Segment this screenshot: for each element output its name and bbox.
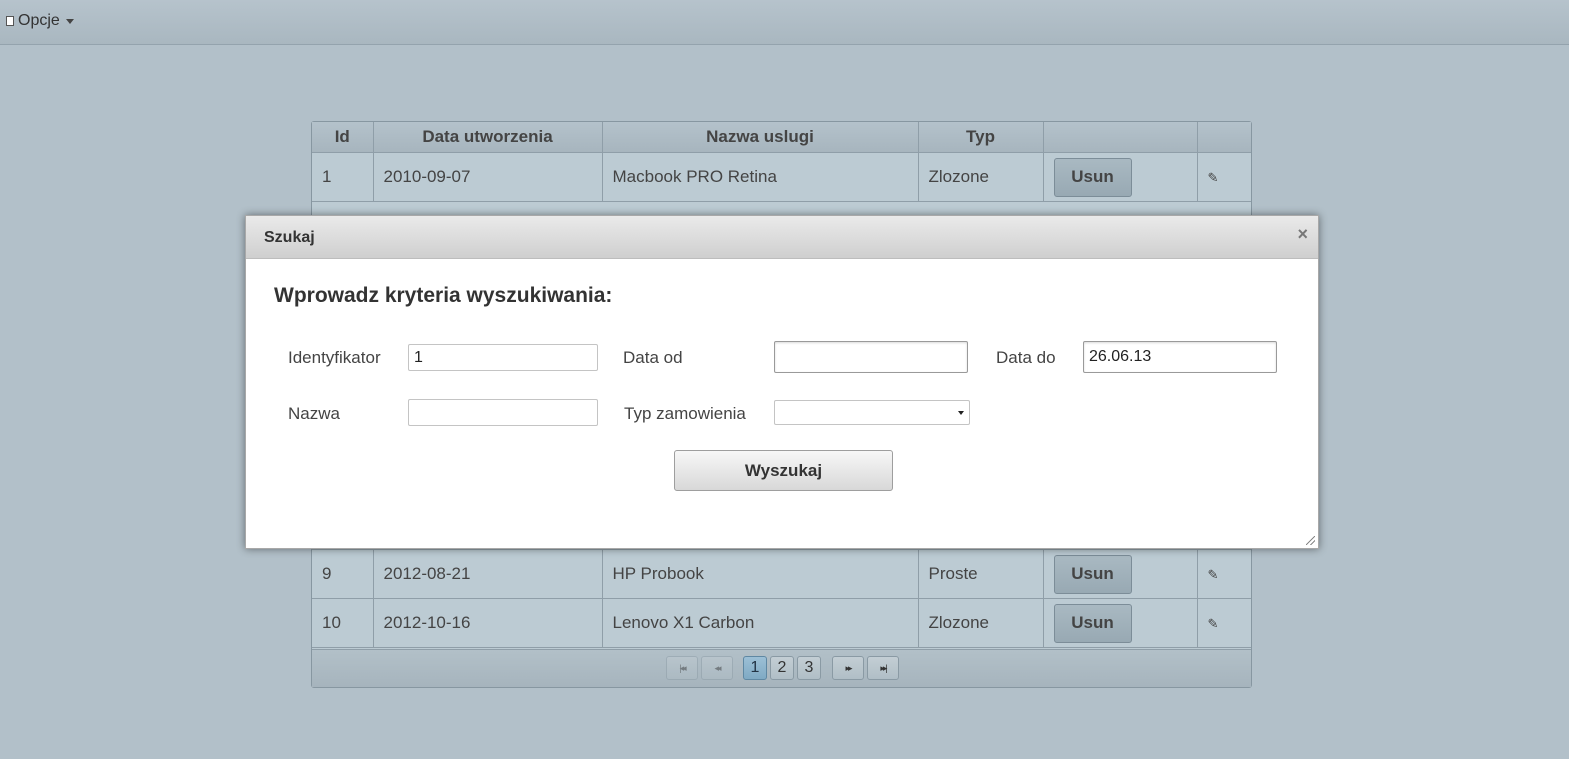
first-page-button[interactable]: |◂◂ <box>666 656 698 680</box>
name-input[interactable] <box>408 399 598 426</box>
page-2-button[interactable]: 2 <box>770 656 794 680</box>
dialog-heading: Wprowadz kryteria wyszukiwania: <box>274 284 613 307</box>
cell-name: HP Probook <box>602 549 919 599</box>
column-header-name[interactable]: Nazwa uslugi <box>602 122 919 153</box>
cell-name: Lenovo X1 Carbon <box>602 598 919 648</box>
cell-name: Macbook PRO Retina <box>602 152 919 202</box>
cell-action: Usun <box>1043 598 1198 648</box>
pencil-icon[interactable]: ✎ <box>1208 616 1219 631</box>
dialog-header[interactable]: Szukaj × <box>246 216 1318 259</box>
date-to-input[interactable] <box>1083 341 1277 373</box>
order-type-select[interactable] <box>774 400 970 425</box>
pencil-icon[interactable]: ✎ <box>1208 567 1219 582</box>
cell-edit: ✎ <box>1197 549 1251 599</box>
options-menu[interactable]: Opcje <box>6 12 74 30</box>
column-header-type[interactable]: Typ <box>918 122 1044 153</box>
column-header-id[interactable]: Id <box>312 122 374 153</box>
next-page-button[interactable]: ▸▸ <box>832 656 864 680</box>
cell-type: Proste <box>918 549 1044 599</box>
last-page-button[interactable]: ▸▸| <box>867 656 899 680</box>
dropdown-arrow-icon <box>958 411 964 415</box>
cell-type: Zlozone <box>918 152 1044 202</box>
cell-action: Usun <box>1043 549 1198 599</box>
column-header-edit <box>1197 122 1251 153</box>
table-header-row: Id Data utworzenia Nazwa uslugi Typ <box>312 122 1251 153</box>
resize-handle-icon[interactable] <box>1306 536 1315 545</box>
first-page-icon: |◂◂ <box>679 662 687 673</box>
prev-page-icon: ◂◂ <box>714 662 721 673</box>
cell-date: 2010-09-07 <box>373 152 603 202</box>
delete-button[interactable]: Usun <box>1053 554 1132 594</box>
page-3-button[interactable]: 3 <box>797 656 821 680</box>
cell-id: 10 <box>312 598 374 648</box>
column-header-action <box>1043 122 1198 153</box>
search-button[interactable]: Wyszukaj <box>674 450 893 491</box>
paginator: |◂◂ ◂◂ 1 2 3 ▸▸ ▸▸| <box>312 649 1251 687</box>
cell-type: Zlozone <box>918 598 1044 648</box>
options-menu-label: Opcje <box>18 12 60 29</box>
cell-date: 2012-08-21 <box>373 549 603 599</box>
cell-id: 1 <box>312 152 374 202</box>
id-input[interactable] <box>408 344 598 371</box>
caret-down-icon <box>65 18 74 24</box>
name-label: Nazwa <box>288 404 340 423</box>
last-page-icon: ▸▸| <box>880 662 888 673</box>
pencil-icon[interactable]: ✎ <box>1208 170 1219 185</box>
order-type-label: Typ zamowienia <box>624 404 746 423</box>
prev-page-button[interactable]: ◂◂ <box>701 656 733 680</box>
table-row: 1 2010-09-07 Macbook PRO Retina Zlozone … <box>312 152 1251 202</box>
delete-button[interactable]: Usun <box>1053 603 1132 643</box>
cell-date: 2012-10-16 <box>373 598 603 648</box>
page-1-button[interactable]: 1 <box>743 656 767 680</box>
document-icon <box>6 16 14 26</box>
cell-edit: ✎ <box>1197 152 1251 202</box>
cell-id: 9 <box>312 549 374 599</box>
table-row: 9 2012-08-21 HP Probook Proste Usun ✎ <box>312 549 1251 599</box>
menubar: Opcje <box>0 0 1569 45</box>
next-page-icon: ▸▸ <box>845 662 852 673</box>
date-to-label: Data do <box>996 348 1056 367</box>
column-header-date[interactable]: Data utworzenia <box>373 122 603 153</box>
id-label: Identyfikator <box>288 348 381 367</box>
date-from-label: Data od <box>623 348 683 367</box>
dialog-title: Szukaj <box>264 229 315 246</box>
search-dialog: Szukaj × Wprowadz kryteria wyszukiwania:… <box>245 215 1319 549</box>
cell-action: Usun <box>1043 152 1198 202</box>
close-icon[interactable]: × <box>1297 224 1308 245</box>
table-row: 10 2012-10-16 Lenovo X1 Carbon Zlozone U… <box>312 598 1251 648</box>
date-from-input[interactable] <box>774 341 968 373</box>
cell-edit: ✎ <box>1197 598 1251 648</box>
delete-button[interactable]: Usun <box>1053 157 1132 197</box>
